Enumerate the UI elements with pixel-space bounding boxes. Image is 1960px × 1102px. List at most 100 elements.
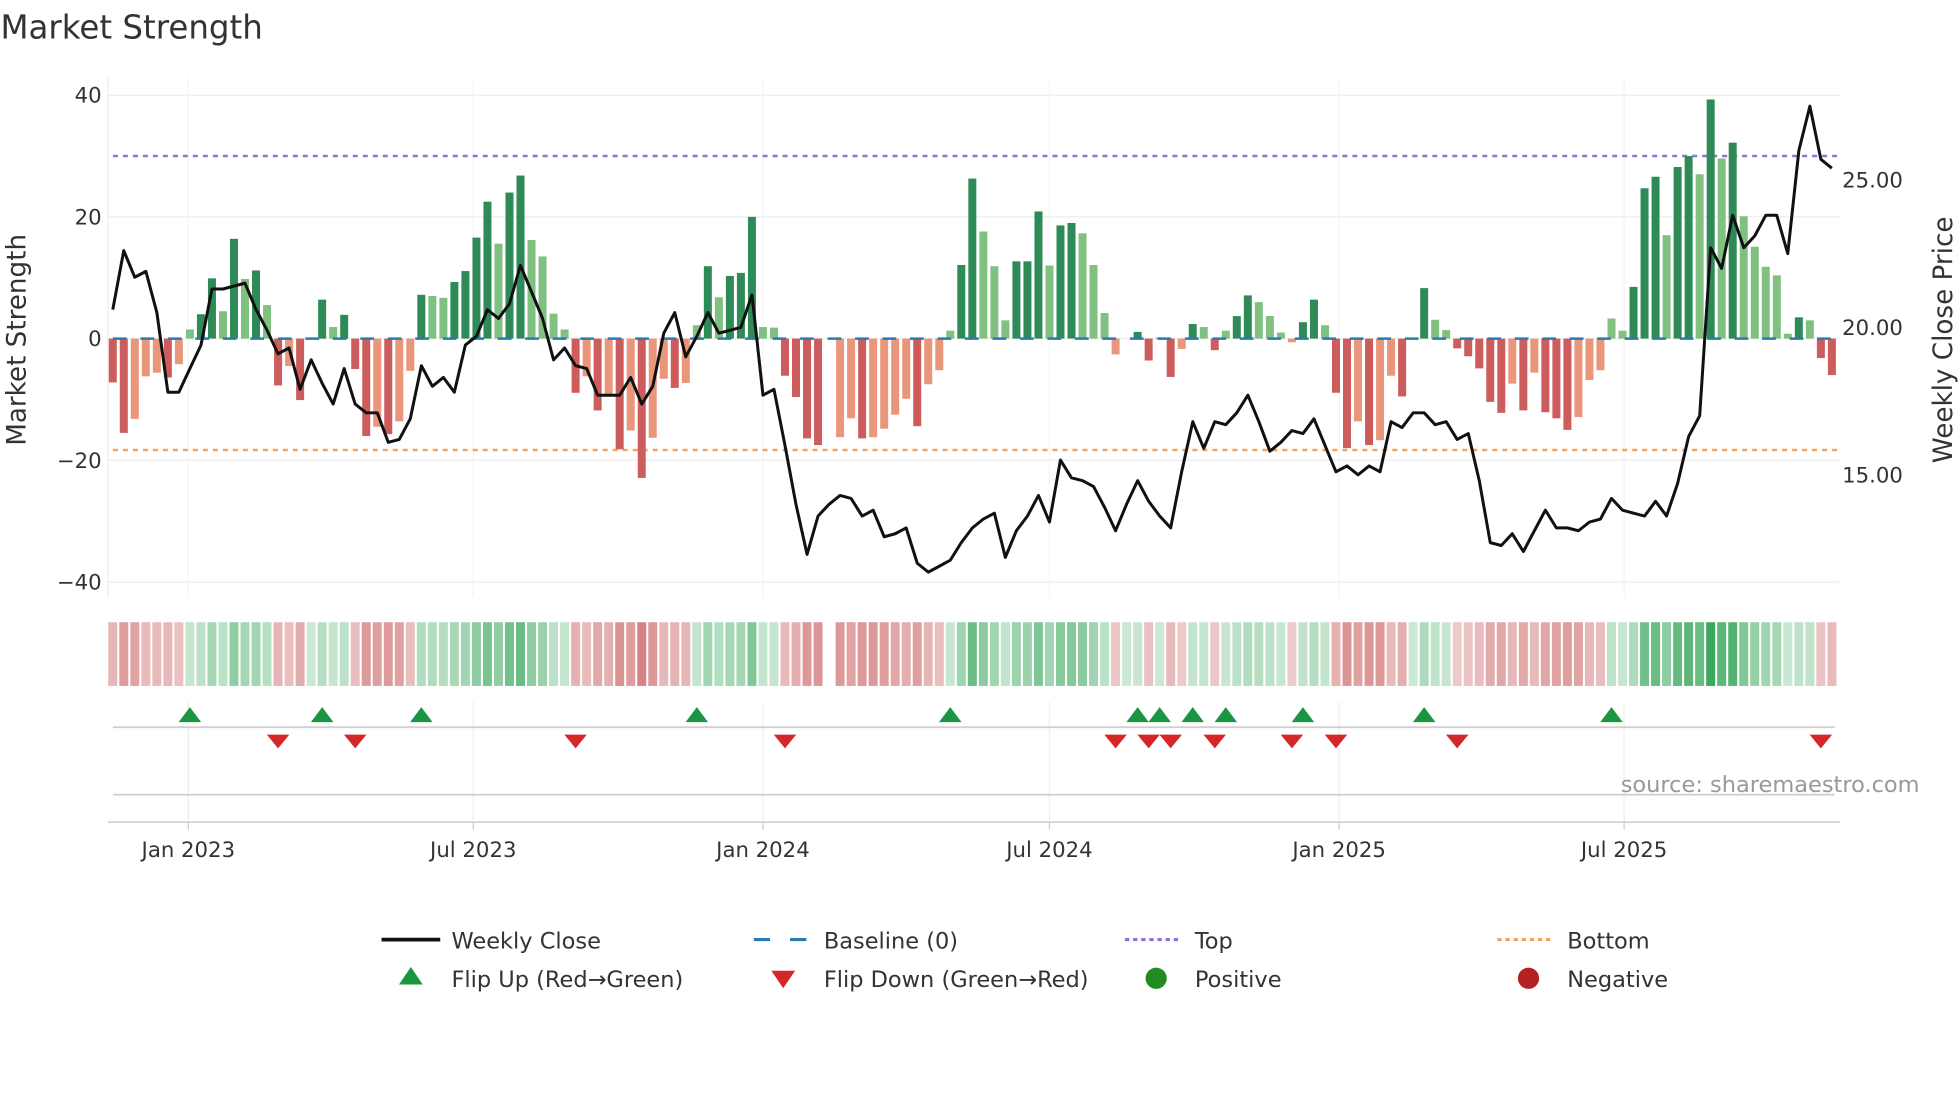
heatmap-cell [1100, 622, 1110, 686]
heatmap-cell [471, 622, 481, 686]
negative-strength-bar [1144, 338, 1153, 361]
heatmap-cell [648, 622, 658, 686]
heatmap-cell [1000, 622, 1010, 686]
negative-strength-bar [1398, 338, 1407, 397]
heatmap-cell [1320, 622, 1330, 686]
heatmap-cell [1353, 622, 1363, 686]
heatmap-cell [901, 622, 911, 686]
heatmap-cell [1441, 622, 1451, 686]
positive-strength-bar [1442, 330, 1451, 339]
triangle-down-icon [771, 970, 796, 989]
heatmap-cell [1540, 622, 1550, 686]
negative-strength-bar [891, 338, 900, 415]
heatmap-cell [218, 622, 228, 686]
positive-strength-bar [957, 264, 966, 339]
positive-strength-bar [1045, 265, 1054, 339]
heatmap-cell [1078, 622, 1088, 686]
x-tick-label: Jan 2023 [140, 838, 236, 863]
heatmap-cell [229, 622, 239, 686]
y2-axis-title: Weekly Close Price [1929, 217, 1959, 464]
heatmap-cell [615, 622, 625, 686]
heatmap-cell [879, 622, 889, 686]
flip-down-marker [1137, 734, 1160, 749]
axes: 40 20 0 −20 −40 25.00 20.00 15.00 Jan 2023 Jul 20… [57, 77, 1903, 863]
negative-strength-bar [637, 338, 646, 478]
heatmap-cell [1419, 622, 1429, 686]
heatmap-cell [130, 622, 140, 686]
legend-item-bottom: Bottom [1497, 928, 1650, 954]
heatmap-cell [1375, 622, 1385, 686]
heatmap-cell [1584, 622, 1594, 686]
legend-label: Weekly Close [451, 928, 600, 954]
heatmap-cell [560, 622, 570, 686]
y-tick-label: −20 [57, 449, 102, 474]
positive-strength-bar [1640, 188, 1649, 339]
heatmap-cell [262, 622, 272, 686]
heatmap-cell [758, 622, 768, 686]
y-tick-label: −40 [57, 570, 102, 595]
heatmap-cell [1529, 622, 1539, 686]
heatmap-cell [725, 622, 735, 686]
heatmap-cell [1794, 622, 1804, 686]
positive-strength-bar [1420, 288, 1429, 339]
heatmap-cell [1695, 622, 1705, 686]
heatmap-cell [659, 622, 669, 686]
positive-strength-bar [1695, 174, 1704, 339]
heatmap-cell [989, 622, 999, 686]
heatmap-cell [405, 622, 415, 686]
negative-strength-bar [362, 338, 371, 436]
legend-label: Baseline (0) [824, 928, 958, 954]
heatmap-cell [394, 622, 404, 686]
heatmap-cell [1408, 622, 1418, 686]
legend-label: Flip Up (Red→Green) [451, 967, 683, 993]
x-tick-label: Jan 2025 [1290, 838, 1386, 863]
heatmap-cell [923, 622, 933, 686]
heatmap-cell [108, 622, 118, 686]
heatmap-cell [482, 622, 492, 686]
positive-strength-bar [1067, 222, 1076, 339]
heatmap-cell [1309, 622, 1319, 686]
positive-strength-bar [1607, 318, 1616, 339]
positive-strength-bar [1254, 302, 1263, 339]
negative-strength-bar [141, 338, 150, 377]
positive-strength-bar [1056, 225, 1065, 339]
negative-strength-bar [780, 338, 789, 376]
heatmap-cell [835, 622, 845, 686]
heatmap-cell [1342, 622, 1352, 686]
market-strength-chart: Market Strength 40 20 0 −20 −40 25.00 20.00 15.… [0, 9, 1959, 993]
legend-item-flip-down: Flip Down (Green→Red) [771, 967, 1089, 993]
heatmap-cell [174, 622, 184, 686]
legend-item-baseline: Baseline (0) [753, 928, 958, 954]
heatmap-cell [1606, 622, 1616, 686]
negative-strength-bar [1365, 338, 1374, 446]
heatmap-cell [813, 622, 823, 686]
flip-down-marker [1809, 734, 1833, 749]
negative-strength-bar [1519, 338, 1528, 411]
heatmap-cell [273, 622, 283, 686]
x-tick-label: Jul 2024 [1004, 838, 1092, 863]
legend-label: Flip Down (Green→Red) [824, 967, 1089, 993]
y-tick-label: 20 [75, 205, 102, 230]
heatmap-cell [868, 622, 878, 686]
negative-strength-bar [1816, 338, 1825, 359]
positive-strength-bar [1629, 286, 1638, 339]
heatmap-cell [141, 622, 151, 686]
flip-up-marker [1412, 707, 1436, 723]
positive-strength-bar [1684, 156, 1693, 339]
flip-down-marker [1203, 734, 1227, 749]
negative-strength-bar [1331, 338, 1340, 393]
heatmap-cell [791, 622, 801, 686]
heatmap-cell [1177, 622, 1187, 686]
heatmap-cell [1684, 622, 1694, 686]
negative-strength-bar [869, 338, 878, 438]
y2-tick-label: 20.00 [1842, 316, 1903, 341]
negative-strength-bar [1486, 338, 1495, 402]
positive-strength-bar [1199, 327, 1208, 339]
heatmap-cell [1055, 622, 1065, 686]
positive-strength-bar [1265, 316, 1274, 339]
heatmap-cell [945, 622, 955, 686]
flip-up-marker [685, 707, 709, 723]
heatmap-cell [1331, 622, 1341, 686]
negative-strength-bar [1497, 338, 1506, 413]
positive-strength-bar [185, 329, 194, 339]
